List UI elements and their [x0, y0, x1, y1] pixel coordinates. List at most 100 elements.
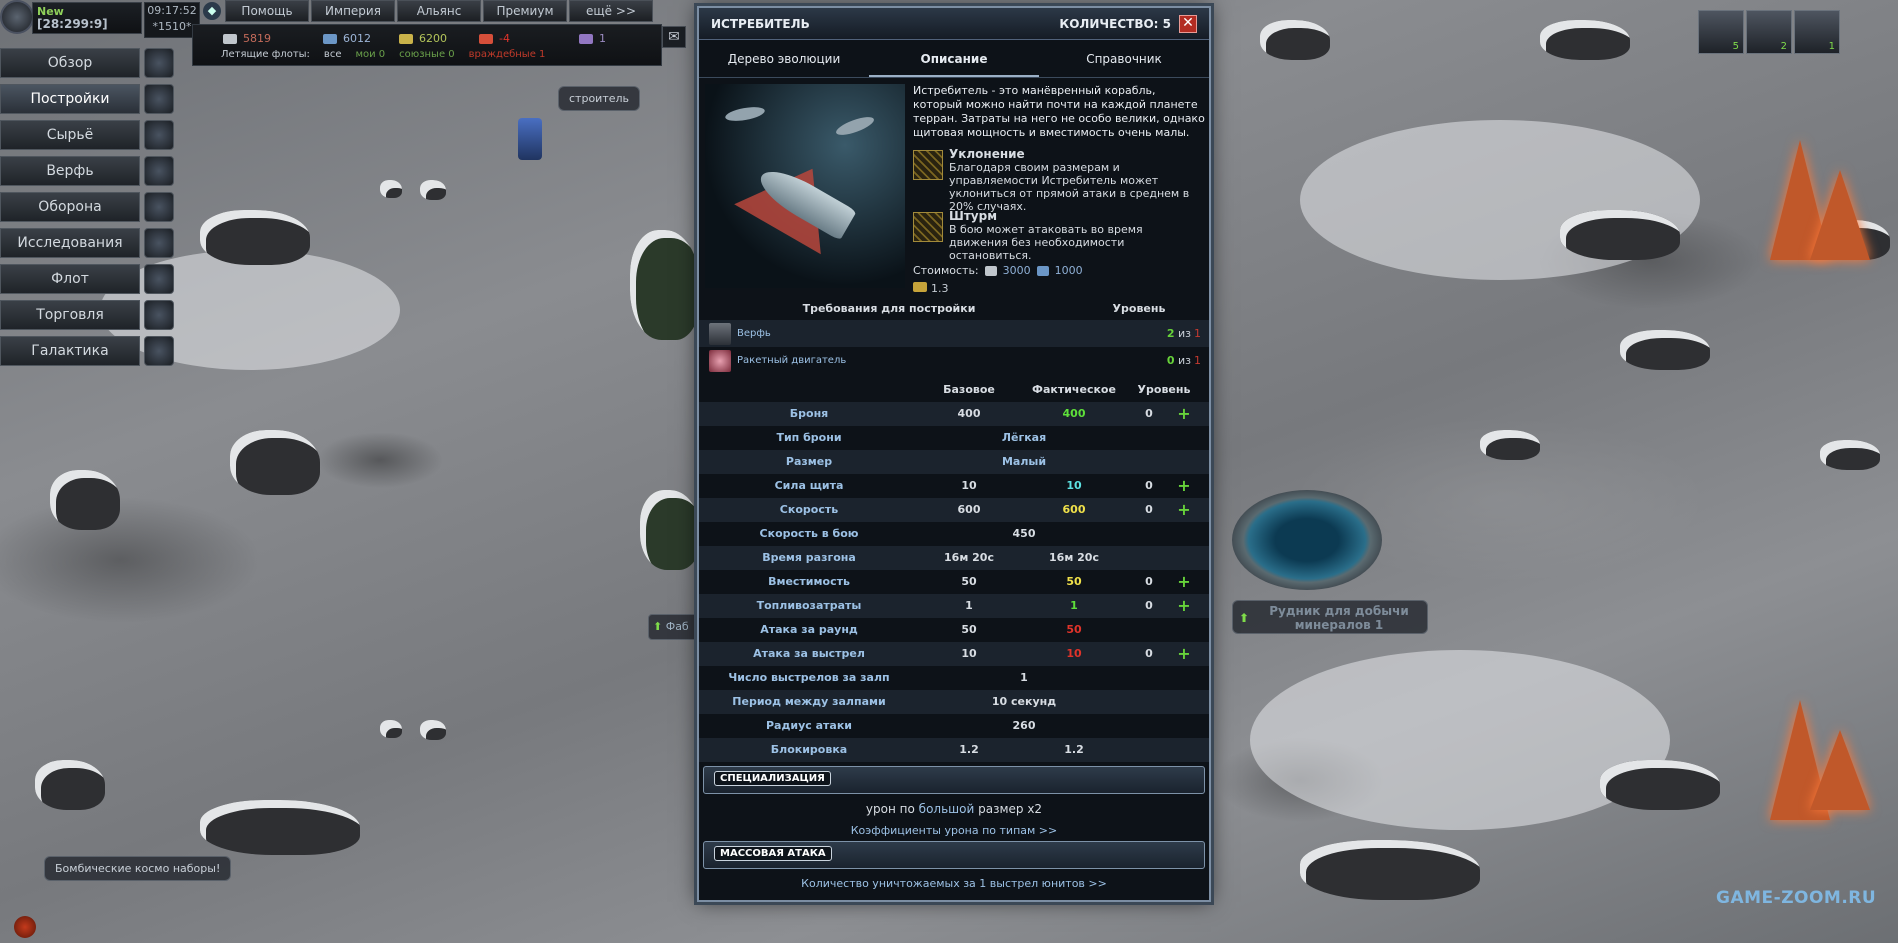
ability-name: Уклонение	[949, 147, 1025, 161]
player-info[interactable]: New [28:299:9]	[32, 2, 142, 34]
description-section: Истребитель - это манёвренный корабль, к…	[699, 78, 1209, 298]
stats-table: Базовое Фактическое Уровень Броня 400 400 0…	[699, 378, 1209, 762]
upgrade-plus-icon[interactable]: +	[1169, 570, 1199, 594]
requirements-header: Требования для постройки Уровень	[802, 302, 1166, 315]
res-energy[interactable]: -4	[479, 32, 510, 45]
stat-level: 0	[1145, 503, 1153, 516]
nav-shipyard[interactable]: Верфь	[0, 154, 176, 187]
stat-level: 0	[1145, 647, 1153, 660]
assault-icon	[913, 212, 943, 242]
mine-label[interactable]: ⬆ Рудник для добычи минералов 1	[1232, 600, 1428, 634]
dark-matter-icon	[579, 33, 593, 44]
res-dark-matter[interactable]: 1	[579, 32, 606, 45]
nav-trade[interactable]: Торговля	[0, 298, 176, 331]
res-deuterium[interactable]: 6200	[399, 32, 447, 45]
ability-text: Благодаря своим размерам и управляемости…	[949, 161, 1190, 213]
panel-header: ИСТРЕБИТЕЛЬ КОЛИЧЕСТВО: 5 ✕	[699, 8, 1209, 40]
panel-tabs: Дерево эволюции Описание Справочник	[699, 40, 1209, 78]
menu-more[interactable]: ещё >>	[569, 0, 653, 22]
close-icon[interactable]: ✕	[1179, 14, 1197, 33]
flights-all[interactable]: все	[324, 49, 342, 60]
upgrade-plus-icon[interactable]: +	[1169, 474, 1199, 498]
description-text: Истребитель - это манёвренный корабль, к…	[913, 84, 1205, 139]
stat-name: Топливозатраты	[756, 599, 862, 612]
cost-metal: 3000	[1002, 264, 1031, 277]
planet-icon	[144, 47, 174, 78]
res-crystal[interactable]: 6012	[323, 32, 371, 45]
requirement-row[interactable]: Ракетный двигатель 0 из 1	[699, 347, 1209, 374]
stat-base: 1	[965, 599, 973, 612]
fleet-shortcut-3[interactable]: 1	[1794, 10, 1840, 54]
mineral-mine-building[interactable]	[1232, 490, 1382, 590]
stat-base: 10	[961, 479, 977, 492]
stat-row: Радиус атаки 260	[699, 714, 1209, 738]
menu-premium[interactable]: Премиум	[483, 0, 567, 22]
tab-reference[interactable]: Справочник	[1039, 40, 1209, 77]
galaxy-icon	[144, 335, 174, 366]
stat-row: Атака за выстрел 10 10 0 +	[699, 642, 1209, 666]
menu-empire[interactable]: Империя	[311, 0, 395, 22]
nav-galaxy[interactable]: Галактика	[0, 334, 176, 367]
alert-icon[interactable]	[14, 916, 36, 938]
stat-row: Время разгона 16м 20с 16м 20с	[699, 546, 1209, 570]
mail-icon[interactable]: ✉	[662, 26, 686, 48]
trade-arrows-icon	[144, 299, 174, 330]
flights-row: Летящие флоты: все мои 0 союзные 0 вражд…	[221, 49, 546, 60]
promo-bubble[interactable]: Бомбические космо наборы!	[44, 856, 232, 881]
crystal-icon	[323, 33, 337, 44]
mass-attack-link[interactable]: Количество уничтожаемых за 1 выстрел юни…	[699, 877, 1209, 890]
size-link[interactable]: большой	[919, 802, 975, 816]
damage-coef-link[interactable]: Коэффициенты урона по типам >>	[699, 824, 1209, 837]
stat-row: Тип брони Лёгкая	[699, 426, 1209, 450]
requirement-row[interactable]: Верфь 2 из 1	[699, 320, 1209, 347]
compass-icon[interactable]: ◆	[203, 2, 221, 20]
stat-row: Скорость в бою 450	[699, 522, 1209, 546]
upgrade-plus-icon[interactable]: +	[1169, 594, 1199, 618]
menu-alliance[interactable]: Альянс	[397, 0, 481, 22]
stat-level: 0	[1145, 479, 1153, 492]
stat-name: Атака за раунд	[760, 623, 858, 636]
stat-base: 600	[957, 503, 981, 516]
ability-assault: Штурм В бою может атаковать во время движ…	[913, 210, 1205, 262]
shipyard-icon	[709, 322, 731, 345]
fleet-shortcut-1[interactable]: 5	[1698, 10, 1744, 54]
stat-row: Блокировка 1.2 1.2	[699, 738, 1209, 762]
tab-description[interactable]: Описание	[869, 40, 1039, 77]
flights-mine[interactable]: мои 0	[355, 49, 385, 60]
upgrade-plus-icon[interactable]: +	[1169, 402, 1199, 426]
nav-fleet[interactable]: Флот	[0, 262, 176, 295]
rocket-icon	[144, 155, 174, 186]
player-avatar[interactable]	[0, 0, 34, 34]
stat-name: Атака за выстрел	[753, 647, 865, 660]
clock-temp: *1510*	[152, 20, 192, 33]
factory-label[interactable]: ⬆ Фаб	[648, 614, 698, 640]
fleet-shortcut-2[interactable]: 2	[1746, 10, 1792, 54]
mass-attack-section[interactable]: МАССОВАЯ АТАКА	[703, 841, 1205, 869]
flights-allied[interactable]: союзные 0	[399, 49, 454, 60]
watermark: GAME-ZOOM.RU	[1716, 888, 1877, 908]
res-metal[interactable]: 5819	[223, 32, 271, 45]
stat-actual: 10	[1066, 479, 1082, 492]
upgrade-plus-icon[interactable]: +	[1169, 498, 1199, 522]
stat-row: Вместимость 50 50 0 +	[699, 570, 1209, 594]
builder-robot-icon[interactable]	[518, 118, 542, 160]
energy-icon	[479, 33, 493, 44]
stat-name: Число выстрелов за залп	[728, 671, 890, 684]
stat-name: Тип брони	[776, 431, 842, 444]
nav-defense[interactable]: Оборона	[0, 190, 176, 223]
nav-overview[interactable]: Обзор	[0, 46, 176, 79]
stat-row: Атака за раунд 50 50	[699, 618, 1209, 642]
tab-evolution-tree[interactable]: Дерево эволюции	[699, 40, 869, 77]
upgrade-plus-icon[interactable]: +	[1169, 642, 1199, 666]
specialization-section[interactable]: СПЕЦИАЛИЗАЦИЯ	[703, 766, 1205, 794]
builder-bubble[interactable]: строитель	[558, 86, 641, 111]
menu-help[interactable]: Помощь	[225, 0, 309, 22]
nav-resources[interactable]: Сырьё	[0, 118, 176, 151]
cost-row: Стоимость: 3000 1000	[913, 264, 1083, 277]
nav-research[interactable]: Исследования	[0, 226, 176, 259]
flights-hostile[interactable]: враждебные 1	[469, 49, 546, 60]
stat-value: Малый	[1001, 455, 1047, 468]
stat-value: 260	[1012, 719, 1036, 732]
nav-buildings[interactable]: Постройки	[0, 82, 176, 115]
panel-quantity: КОЛИЧЕСТВО: 5	[1059, 16, 1171, 31]
